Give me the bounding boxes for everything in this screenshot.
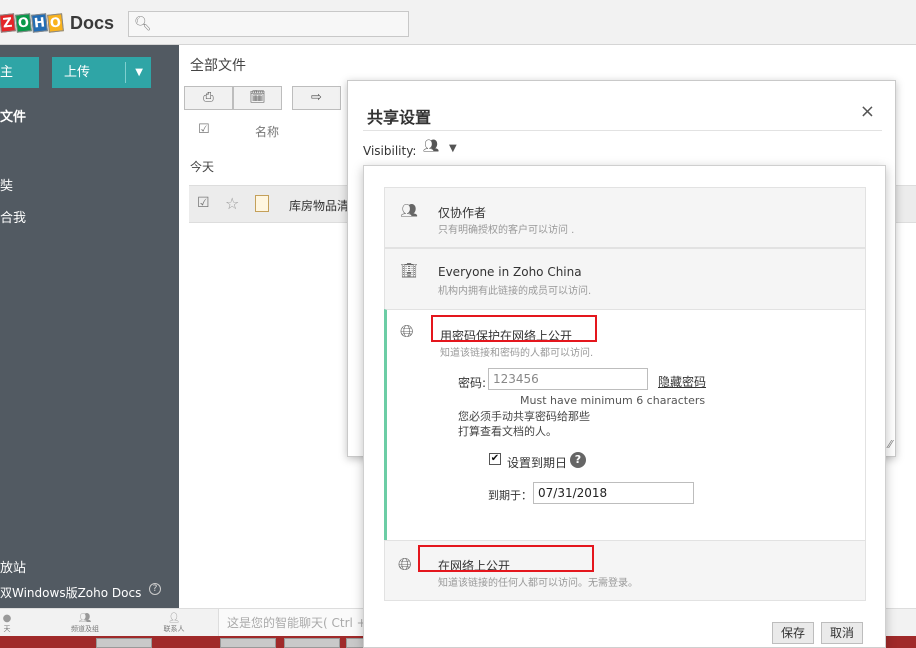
channels-tab-label: 频道及组 <box>71 625 99 633</box>
group-icon: 👥︎ <box>400 203 418 219</box>
chevron-down-icon[interactable]: ▼ <box>135 57 143 88</box>
chat-tab-label: 天 <box>3 625 11 633</box>
logo-letter: O <box>15 13 32 33</box>
logo-letter: O <box>47 13 64 33</box>
column-header-name[interactable]: 名称 <box>255 123 279 140</box>
option-title: Everyone in Zoho China <box>438 265 582 279</box>
product-name: Docs <box>70 12 115 33</box>
sidebar-download-windows[interactable]: 双Windows版Zoho Docs <box>0 584 141 601</box>
cancel-button[interactable]: 取消 <box>821 622 864 644</box>
zoho-logo[interactable]: Z O H O Docs <box>0 10 114 36</box>
channels-tab[interactable]: 👥︎ 频道及组 <box>62 613 108 634</box>
password-note: 您必须手动共享密码给那些 打算查看文档的人。 <box>458 409 590 439</box>
password-note-line: 打算查看文档的人。 <box>458 425 557 438</box>
close-icon[interactable]: × <box>860 101 875 122</box>
password-hint: Must have minimum 6 characters <box>520 394 706 407</box>
visibility-option-public[interactable]: 🌐︎ 在网络上公开 知道该链接的任何人都可以访问。无需登录。 <box>384 540 866 601</box>
visibility-option-password-protected[interactable]: 🌐︎ 用密码保护在网络上公开 知道该链接和密码的人都可以访问. 密码: 隐藏密码… <box>384 309 866 541</box>
password-note-line: 您必须手动共享密码给那些 <box>458 410 590 423</box>
upload-button[interactable]: 上传 ▼ <box>52 57 151 88</box>
option-description: 知道该链接和密码的人都可以访问. <box>440 348 594 359</box>
help-icon[interactable]: ? <box>570 452 586 468</box>
building-icon: 🏢︎ <box>400 263 418 279</box>
contacts-tab-label: 联系人 <box>163 625 185 633</box>
group-icon[interactable]: 👥︎ <box>423 139 440 154</box>
globe-lock-icon: 🌐︎ <box>400 322 414 342</box>
option-description: 只有明确授权的客户可以访问 . <box>438 225 575 236</box>
help-icon[interactable]: ? <box>149 583 161 595</box>
toolbar-button-3[interactable]: ⇨ <box>292 86 341 110</box>
chat-icon: ● <box>2 613 12 624</box>
expiry-date-label: 到期于： <box>488 489 532 502</box>
star-icon[interactable]: ☆ <box>225 194 239 213</box>
logo-letter: H <box>31 13 48 33</box>
chat-tab[interactable]: ● 天 <box>0 613 14 634</box>
select-all-checkbox[interactable]: ☑ <box>198 122 210 137</box>
visibility-dropdown: 👥︎ 仅协作者 只有明确授权的客户可以访问 . 🏢︎ Everyone in Z… <box>363 165 886 648</box>
visibility-option-collaborators[interactable]: 👥︎ 仅协作者 只有明确授权的客户可以访问 . <box>384 187 866 248</box>
page-title: 全部文件 <box>190 58 246 74</box>
search-icon: 🔍︎ <box>134 16 152 32</box>
row-checkbox[interactable]: ☑ <box>197 195 210 211</box>
password-input[interactable] <box>488 368 648 390</box>
globe-icon: 🌐︎ <box>398 555 412 575</box>
sidebar: 主 上传 ▼ 文件 奘 合我 放站 双Windows版Zoho Docs ? <box>0 45 179 608</box>
upload-divider <box>125 62 126 83</box>
sidebar-item-shared[interactable]: 合我 <box>0 207 26 226</box>
visibility-option-organization[interactable]: 🏢︎ Everyone in Zoho China 机构内拥有此链接的成员可以访… <box>384 248 866 310</box>
upload-button-label: 上传 <box>64 65 91 80</box>
logo-letter: Z <box>0 13 16 33</box>
highlight-box <box>431 315 597 342</box>
toolbar-button-2[interactable]: 🗓 <box>233 86 282 110</box>
password-label: 密码: <box>458 376 487 390</box>
hide-password-link[interactable]: 隐藏密码 <box>658 373 706 390</box>
file-name[interactable]: 库房物品清 <box>289 197 349 214</box>
expiry-checkbox[interactable]: ✔ <box>489 453 501 465</box>
highlight-box <box>418 545 594 572</box>
group-header: 今天 <box>190 160 215 174</box>
sidebar-item-files[interactable]: 文件 <box>0 106 26 125</box>
chevron-down-icon[interactable]: ▼ <box>449 143 457 154</box>
option-title: 仅协作者 <box>438 206 487 220</box>
toolbar-button-1[interactable]: ⎙ <box>184 86 233 110</box>
taskbar-app[interactable] <box>96 638 152 648</box>
file-toolbar: ⎙ 🗓 ⇨ <box>184 86 341 110</box>
search-input[interactable]: 🔍︎ <box>128 11 409 37</box>
resize-grip-icon[interactable]: ⁄⁄ <box>888 438 892 451</box>
spreadsheet-file-icon <box>255 195 269 212</box>
taskbar-app[interactable] <box>284 638 340 648</box>
expiry-label: 设置到期日 <box>507 456 568 470</box>
top-header: Z O H O Docs 🔍︎ <box>0 0 916 45</box>
group-icon: 👥︎ <box>78 613 92 624</box>
visibility-label: Visibility: <box>363 144 417 158</box>
contacts-tab[interactable]: 👤︎ 联系人 <box>156 613 192 634</box>
option-description: 机构内拥有此链接的成员可以访问. <box>438 286 592 297</box>
sidebar-item-2[interactable]: 奘 <box>0 175 13 194</box>
taskbar-app[interactable] <box>220 638 276 648</box>
divider <box>363 130 882 131</box>
user-icon: 👤︎ <box>167 613 181 624</box>
new-button[interactable]: 主 <box>0 57 39 88</box>
sidebar-item-recycle[interactable]: 放站 <box>0 557 26 576</box>
save-button[interactable]: 保存 <box>772 622 815 644</box>
expiry-date-input[interactable] <box>533 482 694 504</box>
option-description: 知道该链接的任何人都可以访问。无需登录。 <box>438 578 638 589</box>
chat-input[interactable]: 这是您的智能聊天( Ctrl + <box>218 609 368 637</box>
dialog-title: 共享设置 <box>367 108 432 127</box>
